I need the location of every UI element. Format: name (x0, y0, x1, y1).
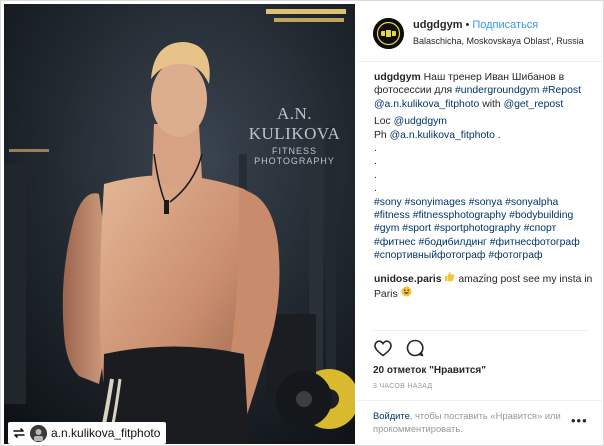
thumbs-up-emoji (444, 271, 455, 285)
follow-button[interactable]: Подписаться (472, 19, 538, 31)
likes-count[interactable]: 20 отметок "Нравится" (373, 365, 486, 376)
ph-line: Ph @a.n.kulikova_fitphoto . (374, 129, 594, 142)
hashtag-repost[interactable]: #Repost (542, 85, 581, 96)
login-link[interactable]: Войдите (373, 410, 410, 421)
login-divider (357, 400, 602, 401)
heart-icon[interactable] (373, 338, 393, 358)
comment: unidose.paris amazing post see my insta … (374, 271, 594, 302)
post-photo[interactable]: A.N. KULIKOVA FITNESS PHOTOGRAPHY a.n.ku… (4, 4, 355, 444)
caption-with: with (482, 98, 501, 110)
mention-photographer[interactable]: @a.n.kulikova_fitphoto (374, 99, 479, 110)
repost-icon (11, 425, 27, 441)
caption: udgdgym Наш тренер Иван Шибанов в фотосе… (374, 71, 594, 263)
hashtag-line[interactable]: #фитнес #бодибилдинг #фитнесфотограф (374, 236, 594, 249)
loc-line: Loc @udgdgym (374, 115, 594, 128)
mention-get-repost[interactable]: @get_repost (504, 99, 564, 110)
mention-ph[interactable]: @a.n.kulikova_fitphoto (390, 130, 495, 141)
more-icon[interactable]: ••• (571, 414, 591, 428)
gym-portrait-photo (4, 4, 355, 444)
repost-avatar (30, 424, 47, 442)
mention-loc[interactable]: @udgdgym (394, 116, 447, 127)
dot-line: . (374, 183, 377, 195)
dot-line: . (374, 156, 377, 168)
user-line: udgdgym • Подписаться (413, 19, 538, 31)
hashtag-line[interactable]: #sony #sonyimages #sonya #sonyalpha (374, 196, 594, 209)
actions-divider (373, 330, 589, 331)
action-bar (373, 338, 437, 358)
hashtag-line[interactable]: #gym #sport #sportphotography #спорт (374, 222, 594, 235)
ph-suffix: . (497, 129, 501, 141)
post-timestamp[interactable]: 3 ЧАСОВ НАЗАД (373, 383, 432, 390)
hashtag-undergroundgym[interactable]: #undergroundgym (455, 85, 539, 96)
separator-dot: • (465, 19, 470, 31)
photo-watermark: A.N. KULIKOVA FITNESS PHOTOGRAPHY (234, 104, 355, 166)
hashtag-line[interactable]: #fitness #fitnessphotography #bodybuildi… (374, 209, 594, 222)
comments-section: udgdgym Наш тренер Иван Шибанов в фотосе… (374, 71, 594, 302)
dot-line: . (374, 143, 377, 155)
comment-author[interactable]: unidose.paris (374, 274, 442, 285)
location-link[interactable]: Balaschicha, Moskovskaya Oblast', Russia (413, 36, 584, 46)
watermark-subtitle: FITNESS PHOTOGRAPHY (254, 146, 335, 166)
hashtag-line[interactable]: #спортивныйфотограф #фотограф (374, 249, 594, 262)
repost-badge[interactable]: a.n.kulikova_fitphoto (8, 422, 167, 444)
caption-author[interactable]: udgdgym (374, 72, 421, 83)
watermark-name: A.N. KULIKOVA (248, 104, 341, 143)
ph-prefix: Ph (374, 129, 387, 141)
dot-line: . (374, 169, 377, 181)
loc-prefix: Loc (374, 116, 391, 128)
login-prompt: Войдите, чтобы поставить «Нравится» или … (373, 409, 563, 435)
username-link[interactable]: udgdgym (413, 19, 463, 31)
grin-emoji (401, 286, 412, 300)
profile-avatar[interactable] (373, 18, 404, 49)
post-sidebar: udgdgym • Подписаться Balaschicha, Moskovs… (357, 4, 602, 444)
instagram-post: A.N. KULIKOVA FITNESS PHOTOGRAPHY a.n.ku… (0, 0, 604, 446)
comment-icon[interactable] (405, 338, 425, 358)
repost-handle[interactable]: a.n.kulikova_fitphoto (51, 426, 160, 440)
post-header: udgdgym • Подписаться Balaschicha, Moskovs… (357, 4, 602, 62)
